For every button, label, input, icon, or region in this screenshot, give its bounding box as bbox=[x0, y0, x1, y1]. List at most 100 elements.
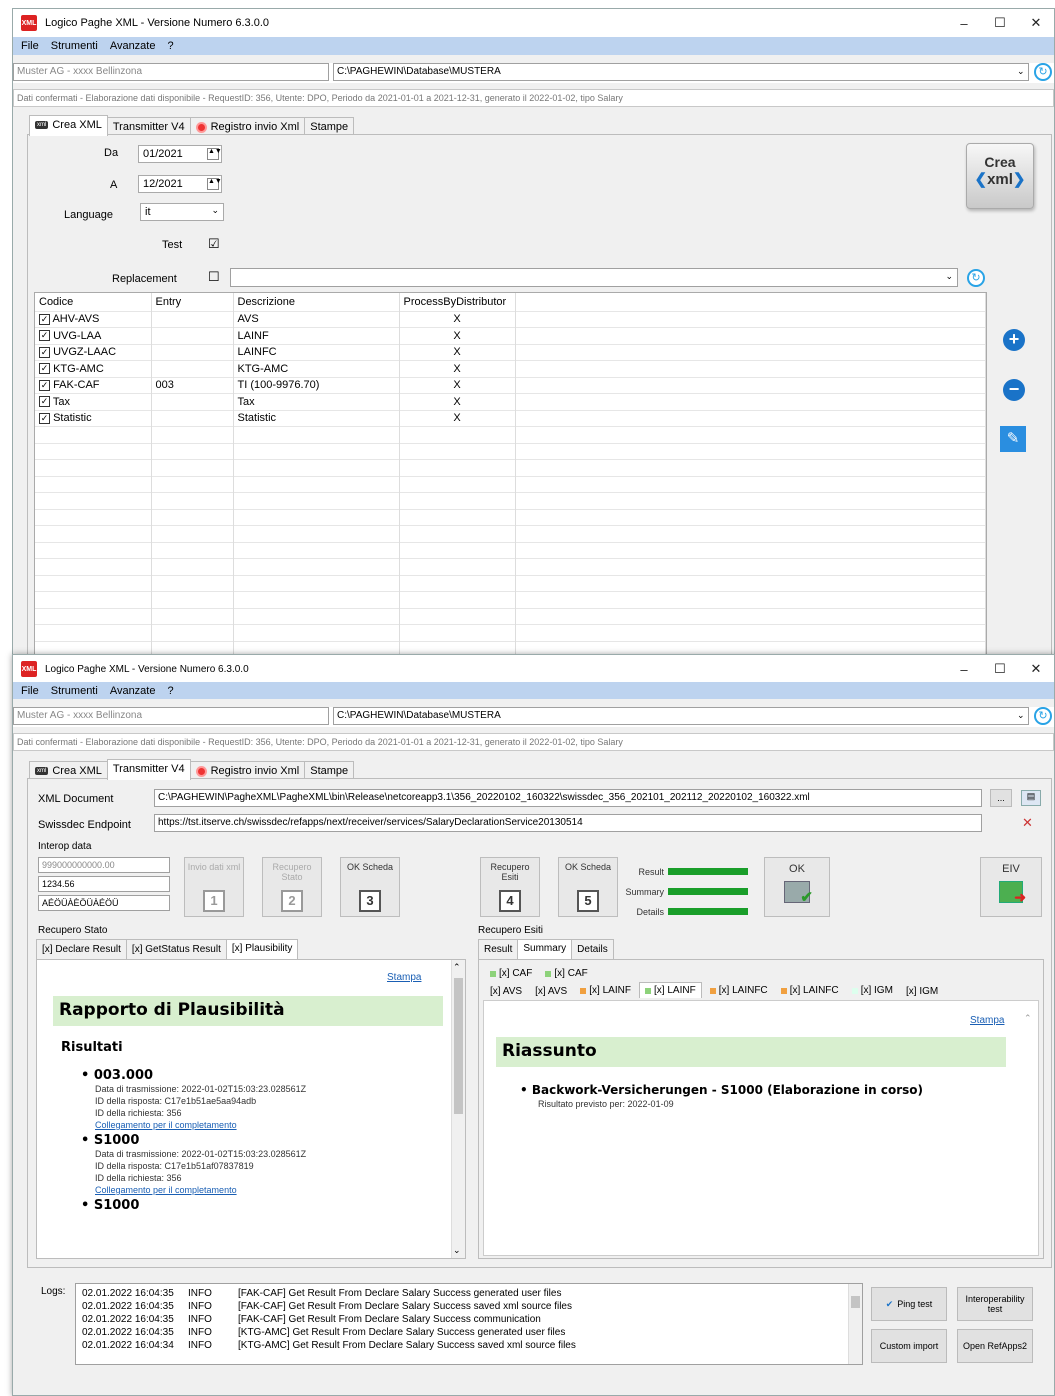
tab-details[interactable]: Details bbox=[571, 939, 614, 959]
tab-crea-xml[interactable]: xml Crea XML bbox=[29, 115, 108, 136]
refresh-icon[interactable]: ↻ bbox=[1034, 63, 1052, 81]
row-checkbox[interactable]: ✓ bbox=[39, 313, 50, 325]
spin-icon[interactable]: ▲▼ bbox=[207, 178, 222, 190]
menu-help[interactable]: ? bbox=[167, 685, 173, 697]
step-2-button[interactable]: Recupero Stato 2 bbox=[262, 857, 322, 917]
open-refapps-button[interactable]: Open RefApps2 bbox=[957, 1329, 1033, 1363]
step-1-button[interactable]: Invio dati xml 1 bbox=[184, 857, 244, 917]
open-xml-icon[interactable]: ▤ bbox=[1021, 790, 1041, 806]
col-processbydistributor[interactable]: ProcessByDistributor bbox=[399, 293, 516, 311]
minimize-button[interactable]: – bbox=[946, 16, 982, 31]
interop-field-3[interactable]: AÉÖÜÀÈÖÜÀÉÖÜ bbox=[38, 895, 170, 911]
step-4-button[interactable]: Recupero Esiti 4 bbox=[480, 857, 540, 917]
remove-icon[interactable]: − bbox=[1003, 379, 1025, 401]
ping-test-button[interactable]: ✔ Ping test bbox=[871, 1287, 947, 1321]
a-input[interactable]: 12/2021 ▲▼ bbox=[138, 175, 222, 193]
cell-codice[interactable]: ✓ FAK-CAF bbox=[35, 376, 152, 394]
tab-igm-1[interactable]: [x] IGM bbox=[847, 983, 898, 998]
menu-file[interactable]: File bbox=[21, 685, 39, 697]
tab-lainf-2[interactable]: [x] LAINF bbox=[639, 982, 702, 998]
chevron-down-icon[interactable]: ⌄ bbox=[1017, 66, 1025, 77]
table-row[interactable]: ✓ Tax Tax X bbox=[35, 393, 986, 410]
database-path-select[interactable]: C:\PAGHEWIN\Database\MUSTERA bbox=[333, 63, 1029, 81]
cell-codice[interactable]: ✓ Tax bbox=[35, 393, 152, 410]
company-field[interactable]: Muster AG - xxxx Bellinzona bbox=[13, 707, 329, 725]
cell-codice[interactable]: ✓ UVGZ-LAAC bbox=[35, 343, 152, 361]
tab-plausibility[interactable]: [x] Plausibility bbox=[225, 939, 299, 959]
stampa-link[interactable]: Stampa bbox=[387, 972, 421, 983]
endpoint-field[interactable]: https://tst.itserve.ch/swissdec/refapps/… bbox=[154, 814, 982, 832]
ok-button[interactable]: OK ✔ bbox=[764, 857, 830, 917]
tab-lainfc-2[interactable]: [x] LAINFC bbox=[776, 983, 844, 998]
table-row[interactable]: ✓ FAK-CAF 003 TI (100-9976.70) X bbox=[35, 376, 986, 394]
refresh-icon[interactable]: ↻ bbox=[1034, 707, 1052, 725]
menu-avanzate[interactable]: Avanzate bbox=[110, 40, 156, 52]
tab-avs-2[interactable]: [x] AVS bbox=[530, 984, 572, 999]
language-select[interactable]: it ⌄ bbox=[140, 203, 224, 221]
eiv-button[interactable]: EIV ➜ bbox=[980, 857, 1042, 917]
minimize-button[interactable]: – bbox=[946, 662, 982, 677]
menu-help[interactable]: ? bbox=[167, 40, 173, 52]
completamento-link[interactable]: Collegamento per il completamento bbox=[95, 1119, 441, 1131]
tools-icon[interactable]: ✕ bbox=[1022, 815, 1033, 831]
crea-xml-button[interactable]: Crea ❮xml❯ bbox=[966, 143, 1034, 209]
close-button[interactable]: ✕ bbox=[1018, 15, 1054, 31]
company-field[interactable]: Muster AG - xxxx Bellinzona bbox=[13, 63, 329, 81]
chevron-down-icon[interactable]: ⌄ bbox=[945, 271, 953, 282]
tab-lainf-1[interactable]: [x] LAINF bbox=[575, 983, 636, 998]
maximize-button[interactable]: ☐ bbox=[982, 661, 1018, 677]
maximize-button[interactable]: ☐ bbox=[982, 15, 1018, 31]
browse-button[interactable]: ... bbox=[990, 789, 1012, 807]
add-icon[interactable]: + bbox=[1003, 329, 1025, 351]
tab-result[interactable]: Result bbox=[478, 939, 519, 959]
step-3-button[interactable]: OK Scheda 3 bbox=[340, 857, 400, 917]
tab-summary[interactable]: Summary bbox=[517, 939, 573, 959]
tab-caf-2[interactable]: [x] CAF bbox=[540, 966, 592, 981]
refresh-icon[interactable]: ↻ bbox=[967, 269, 985, 287]
menu-strumenti[interactable]: Strumenti bbox=[51, 40, 98, 52]
da-input[interactable]: 01/2021 ▲▼ bbox=[138, 145, 222, 163]
table-row[interactable]: ✓ Statistic Statistic X bbox=[35, 409, 986, 427]
replacement-checkbox[interactable]: ☐ bbox=[208, 269, 220, 285]
close-button[interactable]: ✕ bbox=[1018, 661, 1054, 677]
custom-import-button[interactable]: Custom import bbox=[871, 1329, 947, 1363]
row-checkbox[interactable]: ✓ bbox=[39, 330, 50, 342]
interop-field-1[interactable]: 999000000000.00 bbox=[38, 857, 170, 873]
col-codice[interactable]: Codice bbox=[35, 293, 152, 311]
chevron-up-icon[interactable]: ⌃ bbox=[453, 962, 461, 973]
table-row[interactable]: ✓ UVG-LAA LAINF X bbox=[35, 327, 986, 344]
tab-getstatus-result[interactable]: [x] GetStatus Result bbox=[125, 939, 227, 959]
chevron-down-icon[interactable]: ⌄ bbox=[1017, 710, 1025, 721]
logs-scrollbar[interactable] bbox=[848, 1284, 862, 1364]
row-checkbox[interactable]: ✓ bbox=[39, 379, 50, 391]
edit-icon[interactable]: ✎ bbox=[1000, 426, 1026, 452]
row-checkbox[interactable]: ✓ bbox=[39, 396, 50, 408]
completamento-link[interactable]: Collegamento per il completamento bbox=[95, 1184, 441, 1196]
database-path-select[interactable]: C:\PAGHEWIN\Database\MUSTERA bbox=[333, 707, 1029, 725]
spin-icon[interactable]: ▲▼ bbox=[207, 148, 222, 160]
row-checkbox[interactable]: ✓ bbox=[39, 412, 50, 424]
cell-codice[interactable]: ✓ Statistic bbox=[35, 409, 152, 427]
row-checkbox[interactable]: ✓ bbox=[39, 363, 50, 375]
tab-lainfc-1[interactable]: [x] LAINFC bbox=[705, 983, 773, 998]
scroll-thumb[interactable] bbox=[454, 978, 463, 1114]
report-scrollbar[interactable]: ⌃ ⌄ bbox=[451, 960, 465, 1258]
menu-avanzate[interactable]: Avanzate bbox=[110, 685, 156, 697]
step-5-button[interactable]: OK Scheda 5 bbox=[558, 857, 618, 917]
replacement-select[interactable]: ⌄ bbox=[230, 268, 958, 287]
tab-caf-1[interactable]: [x] CAF bbox=[485, 966, 537, 981]
table-row[interactable]: ✓ UVGZ-LAAC LAINFC X bbox=[35, 343, 986, 361]
chevron-up-icon[interactable]: ⌃ bbox=[1024, 1013, 1032, 1024]
xml-document-field[interactable]: C:\PAGHEWIN\PagheXML\PagheXML\bin\Releas… bbox=[154, 789, 982, 807]
col-entry[interactable]: Entry bbox=[151, 293, 234, 311]
cell-codice[interactable]: ✓ AHV-AVS bbox=[35, 310, 152, 328]
table-row[interactable]: ✓ KTG-AMC KTG-AMC X bbox=[35, 360, 986, 377]
chevron-down-icon[interactable]: ⌄ bbox=[453, 1245, 461, 1256]
interoperability-test-button[interactable]: Interoperability test bbox=[957, 1287, 1033, 1321]
menu-file[interactable]: File bbox=[21, 40, 39, 52]
table-row[interactable]: ✓ AHV-AVS AVS X bbox=[35, 310, 986, 328]
col-descrizione[interactable]: Descrizione bbox=[233, 293, 400, 311]
cell-codice[interactable]: ✓ UVG-LAA bbox=[35, 327, 152, 344]
menu-strumenti[interactable]: Strumenti bbox=[51, 685, 98, 697]
tab-igm-2[interactable]: [x] IGM bbox=[901, 984, 943, 999]
